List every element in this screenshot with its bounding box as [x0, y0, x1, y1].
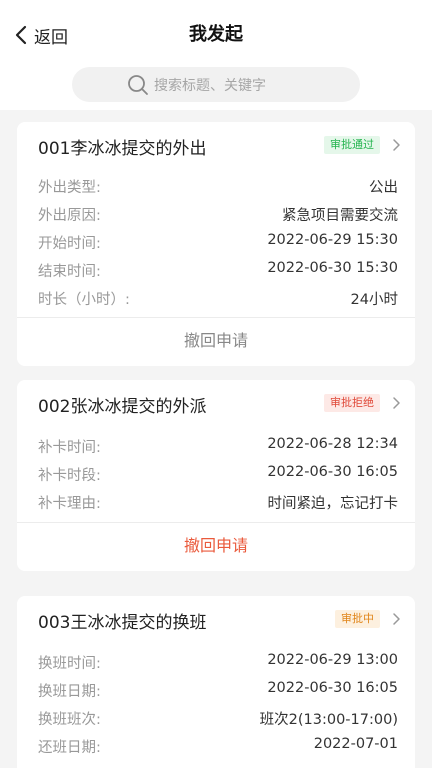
row-label: 补卡时段: [38, 468, 101, 484]
status-badge: 审批拒绝 [324, 394, 380, 412]
card-title: 001李冰冰提交的外出 [38, 139, 207, 159]
search-input[interactable]: 搜索标题、关键字 [72, 67, 360, 102]
withdraw-button[interactable]: 撤回申请 [17, 523, 415, 571]
row-label: 换班时间: [38, 656, 101, 672]
detail-row: 开始时间: 2022-06-29 15:30 [17, 228, 415, 256]
row-value: 2022-06-29 15:30 [267, 232, 398, 248]
withdraw-button[interactable]: 撤回申请 [17, 318, 415, 366]
page-title: 我发起 [189, 24, 243, 45]
row-value: 2022-06-29 13:00 [267, 652, 398, 668]
request-card[interactable]: 003王冰冰提交的换班 审批中 换班时间: 2022-06-29 13:00 换班… [17, 596, 415, 768]
row-label: 换班班次: [38, 712, 101, 728]
row-value: 2022-07-01 [313, 736, 398, 752]
detail-row: 补卡时间: 2022-06-28 12:34 [17, 432, 415, 460]
row-label: 换班日期: [38, 684, 101, 700]
row-value: 2022-06-30 16:05 [267, 464, 398, 480]
chevron-right-icon[interactable] [392, 138, 401, 152]
card-title: 002张冰冰提交的外派 [38, 397, 207, 417]
detail-row: 外出类型: 公出 [17, 172, 415, 200]
detail-row: 换班班次: 班次2(13:00-17:00) [17, 704, 415, 732]
row-value: 24小时 [350, 292, 398, 308]
detail-row: 换班日期: 2022-06-30 16:05 [17, 676, 415, 704]
request-card[interactable]: 002张冰冰提交的外派 审批拒绝 补卡时间: 2022-06-28 12:34 补… [17, 380, 415, 571]
top-bar: 返回 我发起 搜索标题、关键字 [0, 0, 432, 110]
card-title: 003王冰冰提交的换班 [38, 613, 207, 633]
card-header[interactable]: 001李冰冰提交的外出 审批通过 [17, 122, 415, 166]
row-label: 开始时间: [38, 236, 101, 252]
detail-row: 结束时间: 2022-06-30 15:30 [17, 256, 415, 284]
detail-row: 补卡理由: 时间紧迫，忘记打卡 [17, 488, 415, 522]
detail-row: 外出原因: 紧急项目需要交流 [17, 200, 415, 228]
request-card[interactable]: 001李冰冰提交的外出 审批通过 外出类型: 公出 外出原因: 紧急项目需要交流 开… [17, 122, 415, 366]
search-placeholder: 搜索标题、关键字 [154, 77, 266, 94]
row-label: 补卡时间: [38, 440, 101, 456]
status-badge: 审批中 [335, 610, 380, 628]
row-value: 班次2(13:00-17:00) [259, 712, 398, 728]
row-label: 时长（小时）: [38, 292, 130, 308]
chevron-right-icon[interactable] [392, 612, 401, 626]
row-value: 2022-06-28 12:34 [267, 436, 398, 452]
row-label: 外出原因: [38, 208, 101, 224]
row-label: 还班日期: [38, 740, 101, 756]
status-badge: 审批通过 [324, 136, 380, 154]
row-label: 外出类型: [38, 180, 101, 196]
chevron-right-icon[interactable] [392, 396, 401, 410]
row-label: 结束时间: [38, 264, 101, 280]
row-value: 时间紧迫，忘记打卡 [267, 496, 399, 512]
search-icon [128, 75, 148, 95]
row-value: 公出 [369, 180, 398, 196]
card-header[interactable]: 003王冰冰提交的换班 审批中 [17, 596, 415, 640]
detail-row: 时长（小时）: 24小时 [17, 284, 415, 317]
card-header[interactable]: 002张冰冰提交的外派 审批拒绝 [17, 380, 415, 424]
row-label: 补卡理由: [38, 496, 101, 512]
detail-row: 补卡时段: 2022-06-30 16:05 [17, 460, 415, 488]
detail-row: 换班时间: 2022-06-29 13:00 [17, 648, 415, 676]
row-value: 2022-06-30 16:05 [267, 680, 398, 696]
detail-row: 还班日期: 2022-07-01 [17, 732, 415, 760]
row-value: 2022-06-30 15:30 [267, 260, 398, 276]
row-value: 紧急项目需要交流 [282, 208, 398, 224]
